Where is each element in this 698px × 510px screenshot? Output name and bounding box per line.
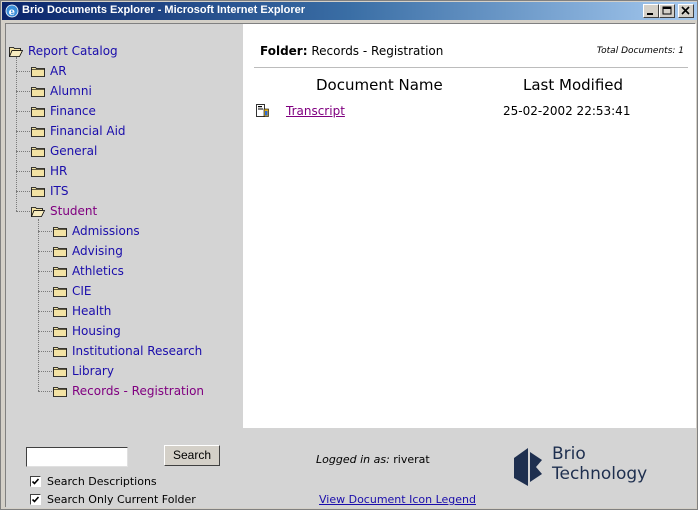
folder-icon [31,107,45,117]
folder-icon [53,367,67,377]
folder-icon [53,327,67,337]
document-list-pane: Folder: Records - Registration Total Doc… [243,24,696,428]
internet-explorer-icon: e [5,4,19,18]
report-document-icon[interactable] [256,104,269,117]
tree-item-label: General [50,144,98,158]
tree-item-label: Housing [72,324,121,338]
page-content: Report Catalog AR Alumni Finance Financi… [5,23,696,508]
view-icon-legend-link[interactable]: View Document Icon Legend [319,493,476,506]
document-last-modified: 25-02-2002 22:53:41 [503,104,631,118]
tree-item-label: Financial Aid [50,124,126,138]
folder-icon [31,127,45,137]
folder-icon [31,167,45,177]
tree-item-label: Alumni [50,84,92,98]
folder-icon [53,247,67,257]
folder-icon [53,227,67,237]
folder-icon [53,307,67,317]
tree-item-label: Finance [50,104,96,118]
tree-item-label: Advising [72,244,123,258]
report-catalog-tree: Report Catalog AR Alumni Finance Financi… [6,24,243,428]
svg-text:e: e [9,7,15,18]
maximize-icon [662,6,672,15]
search-current-folder-label: Search Only Current Folder [47,493,196,506]
column-header-last-modified: Last Modified [523,76,624,94]
folder-icon [53,287,67,297]
folder-icon [53,267,67,277]
folder-icon [53,387,67,397]
open-folder-icon [31,207,45,217]
tree-item-label: Report Catalog [28,44,118,58]
document-link-transcript[interactable]: Transcript [286,104,345,118]
tree-item-label: Student [50,204,98,218]
open-folder-icon [9,47,23,57]
close-button[interactable] [678,4,694,18]
folder-prefix: Folder: [260,44,308,58]
tree-item-label: Records - Registration [72,384,205,398]
title-bar[interactable]: e Brio Documents Explorer - Microsoft In… [2,2,697,20]
brio-logo-icon [514,448,542,486]
tree-item-label: Library [72,364,114,378]
folder-icon [31,67,45,77]
column-header-document-name: Document Name [316,76,443,94]
folder-icon [31,187,45,197]
logged-in-user: riverat [393,453,430,466]
tree-item-label: Institutional Research [72,344,203,358]
tree-item-label: Health [72,304,112,318]
browser-window: e Brio Documents Explorer - Microsoft In… [0,0,698,510]
tree-item-label: CIE [72,284,92,298]
minimize-icon [647,13,653,15]
tree-item-label: Athletics [72,264,124,278]
maximize-button[interactable] [659,4,675,18]
folder-icon [31,87,45,97]
search-descriptions-checkbox[interactable] [30,476,41,487]
tree-item-label: AR [50,64,67,78]
tree-item-label: ITS [50,184,69,198]
brio-technology-logo: Brio Technology [514,444,682,494]
tree-item-label: HR [50,164,68,178]
close-icon [681,6,690,15]
logged-in-prefix: Logged in as: [316,453,390,466]
tree-item-label: Admissions [72,224,140,238]
minimize-button[interactable] [643,4,659,18]
logo-text-technology: Technology [552,464,648,484]
logo-text-brio: Brio [552,444,586,464]
check-icon [31,478,40,485]
folder-name: Records - Registration [311,44,444,58]
bottom-toolbar: Search Search Descriptions Search Only C… [6,428,696,508]
search-descriptions-label: Search Descriptions [47,475,157,488]
divider [254,67,688,68]
folder-icon [31,147,45,157]
logged-in-status: Logged in as: riverat [316,453,430,466]
check-icon [31,496,40,503]
search-button[interactable]: Search [164,445,220,466]
current-folder-label: Folder: Records - Registration [260,44,443,58]
search-current-folder-checkbox[interactable] [30,494,41,505]
folder-icon [53,347,67,357]
search-input[interactable] [26,447,128,467]
window-title: Brio Documents Explorer - Microsoft Inte… [22,4,305,16]
total-documents: Total Documents: 1 [596,46,684,56]
